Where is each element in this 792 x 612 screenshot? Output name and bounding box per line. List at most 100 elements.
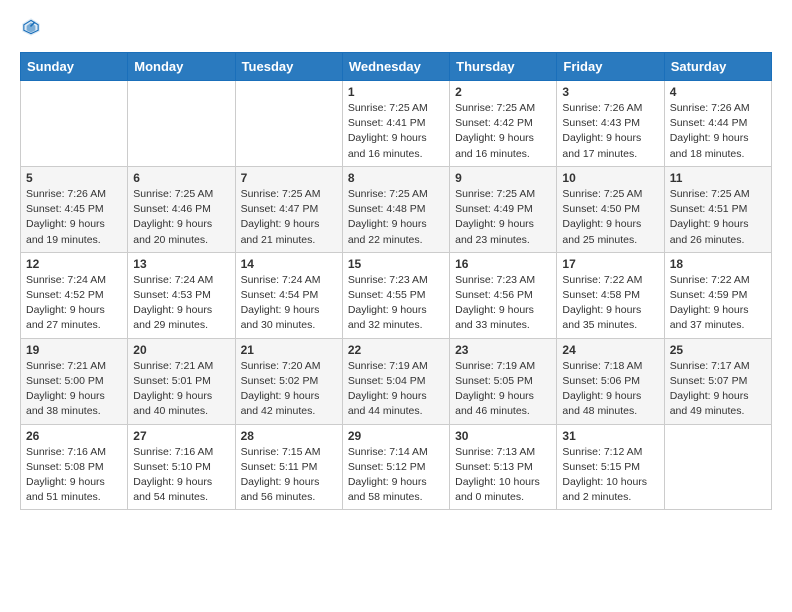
day-info: Sunrise: 7:26 AM Sunset: 4:44 PM Dayligh… xyxy=(670,101,766,162)
calendar-cell: 14Sunrise: 7:24 AM Sunset: 4:54 PM Dayli… xyxy=(235,252,342,338)
calendar-cell: 30Sunrise: 7:13 AM Sunset: 5:13 PM Dayli… xyxy=(450,424,557,510)
day-number: 21 xyxy=(241,343,337,357)
logo-icon xyxy=(20,16,42,38)
calendar-cell: 8Sunrise: 7:25 AM Sunset: 4:48 PM Daylig… xyxy=(342,166,449,252)
day-number: 29 xyxy=(348,429,444,443)
calendar-cell: 3 Sunrise: 7:26 AM Sunset: 4:43 PM Daylig… xyxy=(557,81,664,167)
calendar-cell: 12 Sunrise: 7:24 AM Sunset: 4:52 PM Dayli… xyxy=(21,252,128,338)
day-number: 13 xyxy=(133,257,229,271)
day-number: 1 xyxy=(348,85,444,99)
day-info: Sunrise: 7:26 AM Sunset: 4:45 PM Dayligh… xyxy=(26,187,122,248)
weekday-header-row: SundayMondayTuesdayWednesdayThursdayFrid… xyxy=(21,53,772,81)
day-info: Sunrise: 7:12 AM Sunset: 5:15 PM Dayligh… xyxy=(562,445,658,506)
day-info: Sunrise: 7:18 AM Sunset: 5:06 PM Dayligh… xyxy=(562,359,658,420)
calendar-cell: 21 Sunrise: 7:20 AM Sunset: 5:02 PM Dayli… xyxy=(235,338,342,424)
day-info: Sunrise: 7:15 AM Sunset: 5:11 PM Dayligh… xyxy=(241,445,337,506)
calendar-cell xyxy=(235,81,342,167)
day-info: Sunrise: 7:24 AM Sunset: 4:53 PM Dayligh… xyxy=(133,273,229,334)
calendar-cell: 5 Sunrise: 7:26 AM Sunset: 4:45 PM Daylig… xyxy=(21,166,128,252)
day-info: Sunrise: 7:26 AM Sunset: 4:43 PM Dayligh… xyxy=(562,101,658,162)
day-info: Sunrise: 7:19 AM Sunset: 5:05 PM Dayligh… xyxy=(455,359,551,420)
day-info: Sunrise: 7:14 AM Sunset: 5:12 PM Dayligh… xyxy=(348,445,444,506)
day-info: Sunrise: 7:25 AM Sunset: 4:50 PM Dayligh… xyxy=(562,187,658,248)
day-number: 28 xyxy=(241,429,337,443)
calendar-cell: 25 Sunrise: 7:17 AM Sunset: 5:07 PM Dayli… xyxy=(664,338,771,424)
calendar-cell: 31 Sunrise: 7:12 AM Sunset: 5:15 PM Dayli… xyxy=(557,424,664,510)
calendar-cell xyxy=(21,81,128,167)
day-number: 19 xyxy=(26,343,122,357)
day-info: Sunrise: 7:19 AM Sunset: 5:04 PM Dayligh… xyxy=(348,359,444,420)
calendar-cell: 24 Sunrise: 7:18 AM Sunset: 5:06 PM Dayli… xyxy=(557,338,664,424)
day-number: 3 xyxy=(562,85,658,99)
day-info: Sunrise: 7:23 AM Sunset: 4:56 PM Dayligh… xyxy=(455,273,551,334)
day-info: Sunrise: 7:22 AM Sunset: 4:59 PM Dayligh… xyxy=(670,273,766,334)
logo xyxy=(20,16,44,38)
calendar-week-row: 26 Sunrise: 7:16 AM Sunset: 5:08 PM Dayli… xyxy=(21,424,772,510)
weekday-header: Thursday xyxy=(450,53,557,81)
calendar-cell: 6 Sunrise: 7:25 AM Sunset: 4:46 PM Daylig… xyxy=(128,166,235,252)
calendar-week-row: 12 Sunrise: 7:24 AM Sunset: 4:52 PM Dayli… xyxy=(21,252,772,338)
day-number: 17 xyxy=(562,257,658,271)
day-info: Sunrise: 7:20 AM Sunset: 5:02 PM Dayligh… xyxy=(241,359,337,420)
day-number: 12 xyxy=(26,257,122,271)
day-info: Sunrise: 7:25 AM Sunset: 4:47 PM Dayligh… xyxy=(241,187,337,248)
calendar-cell: 1 Sunrise: 7:25 AM Sunset: 4:41 PM Daylig… xyxy=(342,81,449,167)
day-number: 22 xyxy=(348,343,444,357)
calendar-cell: 18 Sunrise: 7:22 AM Sunset: 4:59 PM Dayli… xyxy=(664,252,771,338)
calendar-cell: 20 Sunrise: 7:21 AM Sunset: 5:01 PM Dayli… xyxy=(128,338,235,424)
day-info: Sunrise: 7:25 AM Sunset: 4:46 PM Dayligh… xyxy=(133,187,229,248)
calendar-cell: 16 Sunrise: 7:23 AM Sunset: 4:56 PM Dayli… xyxy=(450,252,557,338)
calendar-cell: 17 Sunrise: 7:22 AM Sunset: 4:58 PM Dayli… xyxy=(557,252,664,338)
calendar-cell: 4 Sunrise: 7:26 AM Sunset: 4:44 PM Daylig… xyxy=(664,81,771,167)
weekday-header: Friday xyxy=(557,53,664,81)
day-info: Sunrise: 7:25 AM Sunset: 4:42 PM Dayligh… xyxy=(455,101,551,162)
calendar-cell xyxy=(128,81,235,167)
day-info: Sunrise: 7:21 AM Sunset: 5:01 PM Dayligh… xyxy=(133,359,229,420)
calendar-cell: 7Sunrise: 7:25 AM Sunset: 4:47 PM Daylig… xyxy=(235,166,342,252)
day-number: 27 xyxy=(133,429,229,443)
day-number: 4 xyxy=(670,85,766,99)
day-number: 11 xyxy=(670,171,766,185)
day-number: 15 xyxy=(348,257,444,271)
weekday-header: Saturday xyxy=(664,53,771,81)
calendar-cell: 11Sunrise: 7:25 AM Sunset: 4:51 PM Dayli… xyxy=(664,166,771,252)
day-number: 9 xyxy=(455,171,551,185)
day-info: Sunrise: 7:13 AM Sunset: 5:13 PM Dayligh… xyxy=(455,445,551,506)
day-number: 24 xyxy=(562,343,658,357)
day-info: Sunrise: 7:21 AM Sunset: 5:00 PM Dayligh… xyxy=(26,359,122,420)
calendar-cell: 22 Sunrise: 7:19 AM Sunset: 5:04 PM Dayli… xyxy=(342,338,449,424)
weekday-header: Sunday xyxy=(21,53,128,81)
calendar-cell: 2 Sunrise: 7:25 AM Sunset: 4:42 PM Daylig… xyxy=(450,81,557,167)
weekday-header: Wednesday xyxy=(342,53,449,81)
day-number: 31 xyxy=(562,429,658,443)
day-number: 6 xyxy=(133,171,229,185)
day-info: Sunrise: 7:16 AM Sunset: 5:10 PM Dayligh… xyxy=(133,445,229,506)
day-info: Sunrise: 7:24 AM Sunset: 4:52 PM Dayligh… xyxy=(26,273,122,334)
calendar-cell: 15 Sunrise: 7:23 AM Sunset: 4:55 PM Dayli… xyxy=(342,252,449,338)
day-number: 25 xyxy=(670,343,766,357)
day-info: Sunrise: 7:25 AM Sunset: 4:41 PM Dayligh… xyxy=(348,101,444,162)
day-number: 16 xyxy=(455,257,551,271)
day-info: Sunrise: 7:23 AM Sunset: 4:55 PM Dayligh… xyxy=(348,273,444,334)
day-number: 26 xyxy=(26,429,122,443)
day-info: Sunrise: 7:16 AM Sunset: 5:08 PM Dayligh… xyxy=(26,445,122,506)
day-number: 18 xyxy=(670,257,766,271)
calendar-cell: 28 Sunrise: 7:15 AM Sunset: 5:11 PM Dayli… xyxy=(235,424,342,510)
day-number: 2 xyxy=(455,85,551,99)
header xyxy=(20,16,772,38)
calendar-cell: 27 Sunrise: 7:16 AM Sunset: 5:10 PM Dayli… xyxy=(128,424,235,510)
calendar-cell xyxy=(664,424,771,510)
weekday-header: Tuesday xyxy=(235,53,342,81)
day-info: Sunrise: 7:17 AM Sunset: 5:07 PM Dayligh… xyxy=(670,359,766,420)
day-info: Sunrise: 7:22 AM Sunset: 4:58 PM Dayligh… xyxy=(562,273,658,334)
calendar: SundayMondayTuesdayWednesdayThursdayFrid… xyxy=(20,52,772,510)
day-number: 5 xyxy=(26,171,122,185)
day-number: 23 xyxy=(455,343,551,357)
calendar-cell: 10Sunrise: 7:25 AM Sunset: 4:50 PM Dayli… xyxy=(557,166,664,252)
day-number: 20 xyxy=(133,343,229,357)
calendar-week-row: 5 Sunrise: 7:26 AM Sunset: 4:45 PM Daylig… xyxy=(21,166,772,252)
calendar-cell: 29 Sunrise: 7:14 AM Sunset: 5:12 PM Dayli… xyxy=(342,424,449,510)
weekday-header: Monday xyxy=(128,53,235,81)
calendar-cell: 13 Sunrise: 7:24 AM Sunset: 4:53 PM Dayli… xyxy=(128,252,235,338)
day-number: 8 xyxy=(348,171,444,185)
